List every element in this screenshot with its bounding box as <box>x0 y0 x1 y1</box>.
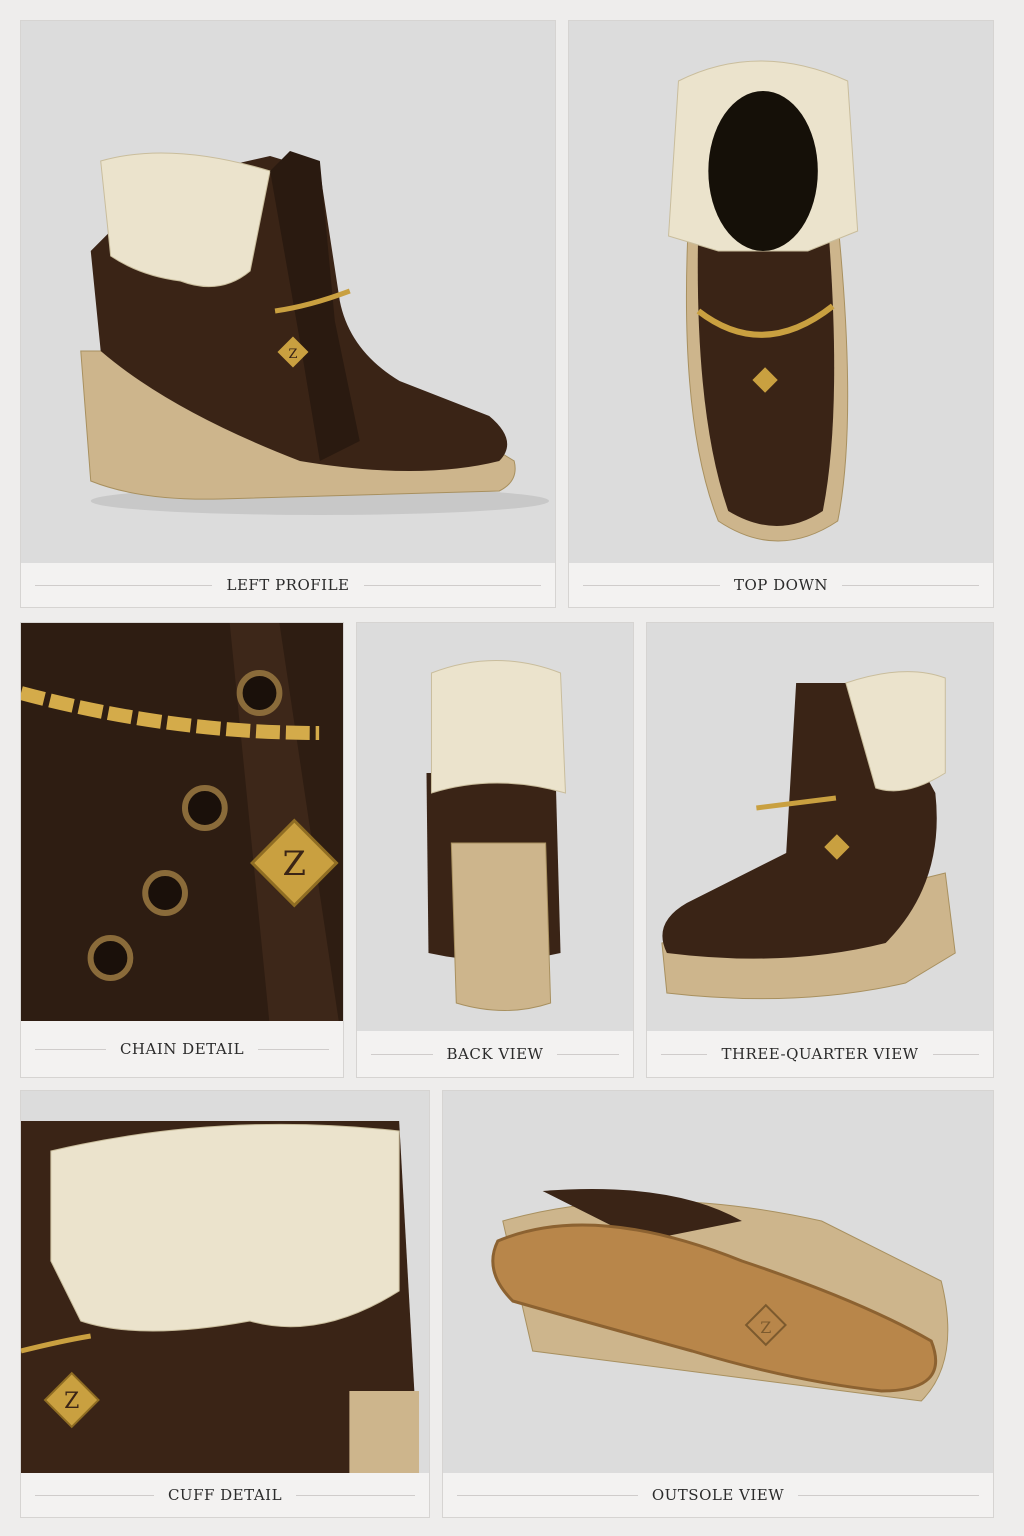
panel-outsole-view: Z OUTSOLE VIEW <box>442 1090 994 1518</box>
caption-text: CUFF DETAIL <box>167 1486 283 1504</box>
top-down-photo <box>569 21 993 565</box>
chain-detail-photo: Z <box>21 623 343 1023</box>
three-quarter-photo <box>647 623 993 1033</box>
panel-left-profile: Z LEFT PROFILE <box>20 20 556 608</box>
panel-back-view: BACK VIEW <box>356 622 634 1078</box>
back-view-photo <box>357 623 633 1033</box>
outsole-caption: OUTSOLE VIEW <box>443 1473 993 1517</box>
charm-letter: Z <box>760 1318 771 1337</box>
caption-text: TOP DOWN <box>733 576 829 594</box>
left-profile-caption: LEFT PROFILE <box>21 563 555 607</box>
cuff-detail-photo: Z <box>21 1091 429 1475</box>
caption-text: OUTSOLE VIEW <box>651 1486 785 1504</box>
cuff-detail-caption: CUFF DETAIL <box>21 1473 429 1517</box>
charm-letter: Z <box>64 1389 79 1414</box>
panel-top-down: TOP DOWN <box>568 20 994 608</box>
outsole-photo: Z <box>443 1091 993 1475</box>
caption-text: BACK VIEW <box>446 1045 544 1063</box>
caption-text: LEFT PROFILE <box>226 576 350 594</box>
chain-detail-caption: CHAIN DETAIL <box>21 1021 343 1077</box>
three-quarter-caption: THREE-QUARTER VIEW <box>647 1031 993 1077</box>
left-profile-photo: Z <box>21 21 555 565</box>
panel-three-quarter-view: THREE-QUARTER VIEW <box>646 622 994 1078</box>
charm-letter: Z <box>283 844 306 883</box>
caption-text: THREE-QUARTER VIEW <box>721 1045 919 1063</box>
top-down-caption: TOP DOWN <box>569 563 993 607</box>
panel-cuff-detail: Z CUFF DETAIL <box>20 1090 430 1518</box>
charm-letter: Z <box>288 347 297 362</box>
back-view-caption: BACK VIEW <box>357 1031 633 1077</box>
panel-chain-detail: Z CHAIN DETAIL <box>20 622 344 1078</box>
caption-text: CHAIN DETAIL <box>119 1040 245 1058</box>
